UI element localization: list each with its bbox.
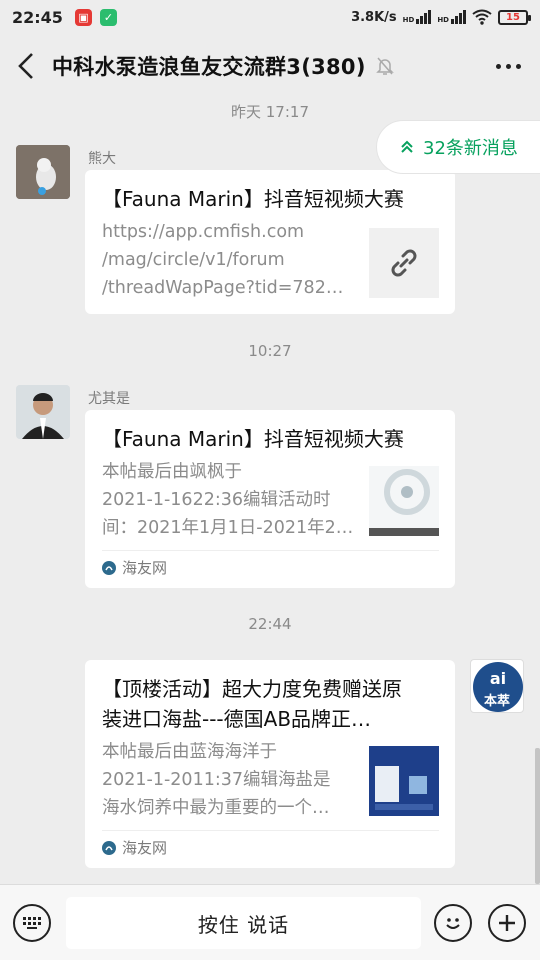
link-card[interactable]: 【Fauna Marin】抖音短视频大赛 本帖最后由飒枫于 2021-1-162… — [85, 410, 455, 588]
source-logo-icon — [102, 560, 116, 575]
input-bar: 按住 说话 — [0, 884, 540, 960]
hold-to-talk-button[interactable]: 按住 说话 — [66, 897, 421, 949]
status-time: 22:45 — [12, 7, 63, 27]
more-options-button[interactable] — [476, 34, 540, 98]
card-source: 海友网 — [102, 830, 439, 864]
desc-line: 2021-1-1622:36编辑活动时 — [102, 490, 331, 510]
card-source: 海友网 — [102, 550, 439, 584]
card-thumbnail — [369, 746, 439, 816]
card-description: https://app.cmfish.com /mag/circle/v1/fo… — [102, 218, 358, 302]
emoji-icon — [446, 918, 460, 929]
avatar-text: 本萃 — [483, 694, 510, 709]
desc-line: /threadWapPage?tid=782… — [102, 278, 344, 298]
chevron-left-icon — [18, 53, 33, 79]
status-bar: 22:45 ▣ ✓ 3.8K/s HD HD 15 — [0, 0, 540, 34]
card-description: 本帖最后由飒枫于 2021-1-1622:36编辑活动时 间：2021年1月1日… — [102, 458, 358, 542]
avatar-image — [16, 145, 70, 199]
link-card[interactable]: 【Fauna Marin】抖音短视频大赛 https://app.cmfish.… — [85, 170, 455, 314]
signal-icon: HD — [403, 10, 432, 24]
avatar[interactable]: ai 本萃 — [470, 659, 524, 713]
new-messages-label: 32条新消息 — [423, 138, 518, 159]
card-title-line: 装进口海盐---德国AB品牌正… — [102, 707, 372, 731]
battery-level: 15 — [506, 11, 520, 23]
signal-icon-2: HD — [437, 10, 466, 24]
card-description: 本帖最后由蓝海海洋于 2021-1-2011:37编辑海盐是 海水饲养中最为重要… — [102, 738, 358, 822]
double-chevron-up-icon — [401, 140, 413, 153]
chat-header: 中科水泵造浪鱼友交流群3(380) — [0, 34, 540, 98]
timestamp: 昨天 17:17 — [231, 103, 309, 121]
link-card[interactable]: 【顶楼活动】超大力度免费赠送原 装进口海盐---德国AB品牌正… 本帖最后由蓝海… — [85, 660, 455, 868]
card-title: 【Fauna Marin】抖音短视频大赛 — [102, 427, 404, 451]
plus-icon — [499, 915, 515, 931]
desc-line: 本帖最后由飒枫于 — [102, 462, 242, 482]
card-thumbnail — [369, 228, 439, 298]
chat-title: 中科水泵造浪鱼友交流群3(380) — [52, 55, 366, 79]
timestamp: 22:44 — [248, 615, 292, 633]
card-title-line: 【顶楼活动】超大力度免费赠送原 — [102, 677, 402, 701]
keyboard-icon — [23, 917, 41, 929]
card-thumbnail — [369, 466, 439, 536]
scroll-indicator[interactable] — [535, 748, 540, 884]
emoji-button[interactable] — [434, 904, 472, 942]
avatar-image — [16, 385, 70, 439]
card-title: 【Fauna Marin】抖音短视频大赛 — [102, 187, 404, 211]
back-button[interactable] — [0, 34, 52, 98]
avatar[interactable] — [16, 385, 70, 439]
source-logo-icon — [102, 840, 116, 855]
wifi-icon — [472, 9, 492, 25]
mute-bell-icon — [375, 56, 394, 76]
desc-line: 海水饲养中最为重要的一个… — [102, 798, 330, 818]
desc-line: /mag/circle/v1/forum — [102, 250, 285, 270]
more-functions-button[interactable] — [488, 904, 526, 942]
signal-hd-label-2: HD — [437, 16, 449, 24]
battery-icon: 15 — [498, 9, 531, 25]
desc-line: 2021-1-2011:37编辑海盐是 — [102, 770, 331, 790]
source-name: 海友网 — [122, 559, 168, 577]
desc-line: 本帖最后由蓝海海洋于 — [102, 742, 277, 762]
notification-app-icon: ▣ — [74, 8, 92, 26]
new-messages-button[interactable]: 32条新消息 — [376, 120, 540, 174]
timestamp: 10:27 — [248, 342, 292, 360]
desc-line: 间：2021年1月1日-2021年2… — [102, 518, 354, 538]
signal-hd-label: HD — [402, 16, 415, 24]
sender-name: 熊大 — [88, 151, 116, 167]
card-title: 【顶楼活动】超大力度免费赠送原 装进口海盐---德国AB品牌正… — [102, 674, 439, 734]
avatar[interactable] — [16, 145, 70, 199]
link-icon — [391, 249, 417, 277]
keyboard-button[interactable] — [13, 904, 51, 942]
network-speed: 3.8K/s — [351, 9, 397, 25]
notification-app-icon-2: ✓ — [99, 8, 117, 26]
source-name: 海友网 — [122, 839, 168, 857]
desc-line: https://app.cmfish.com — [102, 222, 305, 242]
svg-text:ai: ai — [490, 669, 506, 688]
sender-name: 尤其是 — [88, 391, 130, 407]
